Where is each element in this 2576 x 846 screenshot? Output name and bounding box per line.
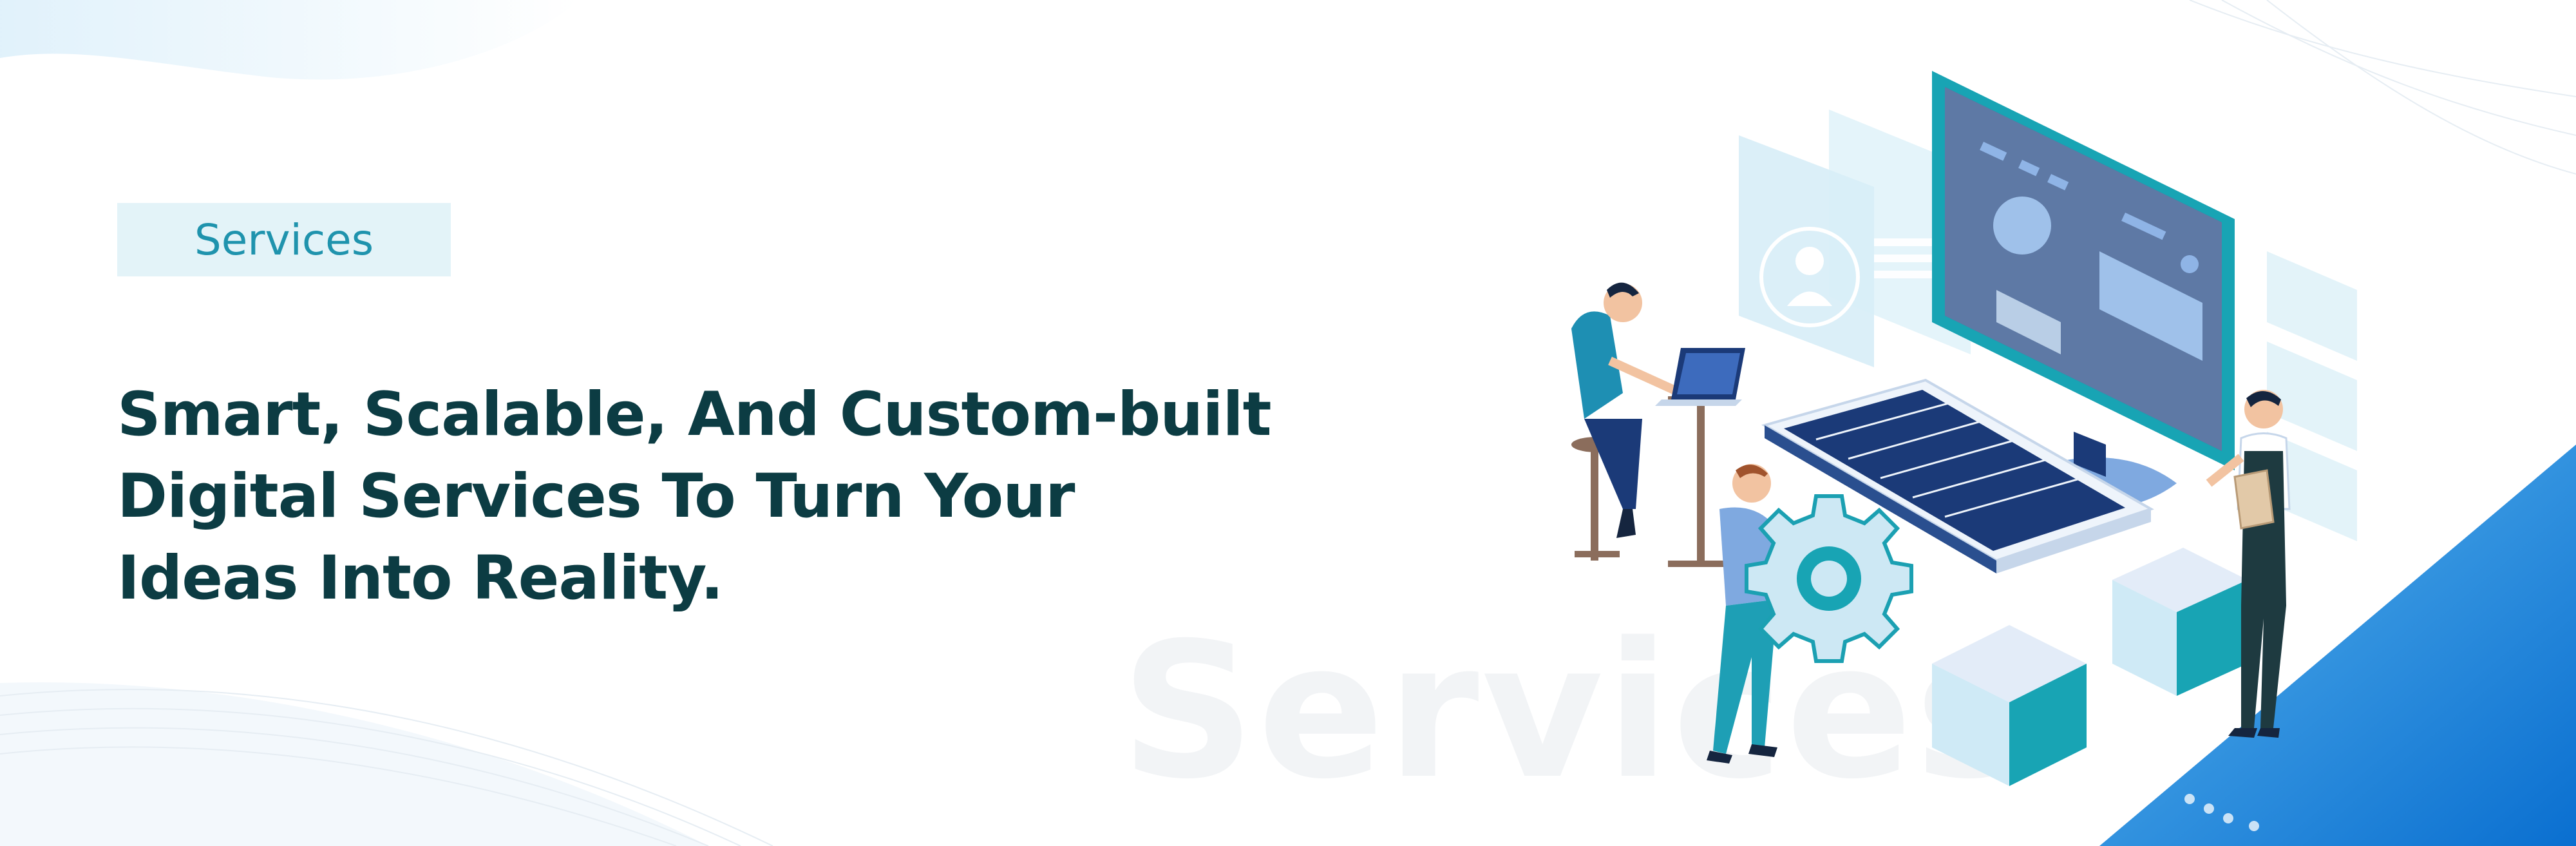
headline-line-2: Digital Services To Turn Your: [117, 461, 1075, 532]
clipboard-icon: [2233, 469, 2275, 530]
services-hero-banner: Services Services Smart, Scalable, And C…: [0, 0, 2576, 846]
services-tag: Services: [117, 203, 451, 276]
headline-line-1: Smart, Scalable, And Custom-built: [117, 380, 1272, 450]
hero-headline: Smart, Scalable, And Custom-built Digita…: [117, 374, 1272, 619]
headline-line-3: Ideas Into Reality.: [117, 543, 724, 613]
services-illustration: [1571, 71, 2357, 786]
cube-icon: [1932, 548, 2248, 786]
seated-person-with-laptop: [1571, 282, 1745, 567]
person-carrying-gear: [1707, 464, 1777, 764]
gear-icon: [1745, 494, 1913, 663]
